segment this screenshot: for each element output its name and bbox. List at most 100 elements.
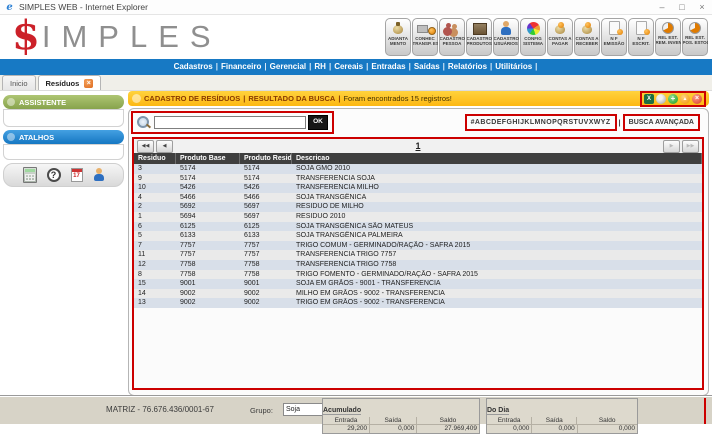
cadastro-produtos-button[interactable]: CADASTROPRODUTOS <box>466 18 492 56</box>
table-row[interactable]: 661256125SOJA TRANSGÊNICA SÃO MATEUS <box>134 222 702 232</box>
last-page-button[interactable]: ▶▶ <box>682 140 699 153</box>
table-row[interactable]: 454665466SOJA TRANSGÊNICA <box>134 193 702 203</box>
page-number[interactable]: 1 <box>174 141 662 151</box>
contas-a-pagar-button[interactable]: CONTAS APAGAR <box>547 18 573 56</box>
table-cell: 5692 <box>176 202 240 212</box>
search-divider: | <box>619 118 621 127</box>
rel-pos-estoque-button[interactable]: REL EST.POS. ESTOQUE <box>682 18 708 56</box>
pie-chart-icon <box>689 22 701 34</box>
result-divider: | <box>243 94 245 103</box>
atalhos-label: ATALHOS <box>19 133 54 142</box>
scroll-top-icon[interactable]: ▲ <box>680 94 690 104</box>
table-row[interactable]: 1390029002TRIGO EM GRÃOS - 9002 - TRANSF… <box>134 298 702 308</box>
maximize-button[interactable]: □ <box>672 1 692 14</box>
menu-item-relatórios[interactable]: Relatórios <box>448 62 487 71</box>
calculator-icon[interactable] <box>23 167 37 183</box>
pie-chart-icon <box>662 22 674 34</box>
annotation-box-toolbar: X + ▲ × <box>640 91 706 107</box>
table-cell: 11 <box>134 250 176 260</box>
result-subtitle: RESULTADO DA BUSCA <box>248 94 335 103</box>
search-row: OK #ABCDEFGHIJKLMNOPQRSTUVXWYZ | BUSCA A… <box>129 109 708 135</box>
stats-value: 0,000 <box>577 425 637 433</box>
ok-button[interactable]: OK <box>308 115 328 130</box>
menu-item-financeiro[interactable]: Financeiro <box>221 62 261 71</box>
sidebar-assistente-header[interactable]: ASSISTENTE <box>3 95 124 109</box>
table-row[interactable]: 1054265426TRANSFERENCIA MILHO <box>134 183 702 193</box>
table-cell: SOJA EM GRÃOS - 9001 - TRANSFERENCIA <box>292 279 702 289</box>
tab-residuos[interactable]: Resíduos × <box>38 75 102 90</box>
table-row[interactable]: 256925697RESIDUO DE MILHO <box>134 202 702 212</box>
user-icon[interactable] <box>93 168 105 182</box>
table-cell: 7758 <box>240 260 292 270</box>
nf-escrituracao-button[interactable]: N FESCRIT. <box>628 18 654 56</box>
menu-separator: | <box>329 62 331 71</box>
adiantamento-button[interactable]: ADIANTAMENTO <box>385 18 411 56</box>
export-excel-icon[interactable]: X <box>644 94 654 104</box>
table-cell: RESIDUO DE MILHO <box>292 202 702 212</box>
help-icon[interactable]: ? <box>47 168 61 182</box>
menu-item-entradas[interactable]: Entradas <box>371 62 405 71</box>
next-page-button[interactable]: ▶ <box>663 140 680 153</box>
table-row[interactable]: 351745174SOJA GMO 2010 <box>134 164 702 174</box>
table-header-cell: Residuo <box>134 153 176 164</box>
sidebar-toolbox: ? 17 <box>3 163 124 187</box>
table-row[interactable]: 561336133SOJA TRANSGÊNICA PALMEIRA <box>134 231 702 241</box>
toolbar-button-label: EMISSÃO <box>602 41 627 46</box>
money-bag-icon <box>578 21 596 35</box>
menu-item-rh[interactable]: RH <box>314 62 326 71</box>
menu-item-saídas[interactable]: Saídas <box>414 62 440 71</box>
tab-residuos-label: Resíduos <box>46 79 80 88</box>
grupo-label: Grupo: <box>250 406 273 415</box>
menu-item-gerencial[interactable]: Gerencial <box>270 62 306 71</box>
search-input[interactable] <box>154 116 306 129</box>
table-row[interactable]: 156945697RESIDUO 2010 <box>134 212 702 222</box>
table-row[interactable]: 1177577757TRANSFERENCIA TRIGO 7757 <box>134 250 702 260</box>
table-row[interactable]: 951745174TRANSFERENCIA SOJA <box>134 174 702 184</box>
prev-page-button[interactable]: ◀ <box>156 140 173 153</box>
table-cell: SOJA GMO 2010 <box>292 164 702 174</box>
table-cell: 5697 <box>240 212 292 222</box>
sidebar-atalhos-header[interactable]: ATALHOS <box>3 130 124 144</box>
results-table-header: ResiduoProduto BaseProduto ResiduoDescri… <box>134 153 702 164</box>
close-button[interactable]: × <box>692 1 712 14</box>
menu-item-cereais[interactable]: Cereais <box>334 62 363 71</box>
menu-item-utilitários[interactable]: Utilitários <box>495 62 532 71</box>
table-cell: 6133 <box>240 231 292 241</box>
stats-title: Acumulado <box>323 407 361 415</box>
table-row[interactable]: 777577757TRIGO COMUM - GERMINADO/RAÇÃO -… <box>134 241 702 251</box>
first-page-button[interactable]: ◀◀ <box>137 140 154 153</box>
table-row[interactable]: 1490029002MILHO EM GRÃOS - 9002 - TRANSF… <box>134 289 702 299</box>
search-icon <box>137 116 150 129</box>
print-icon[interactable] <box>656 94 666 104</box>
conhec-transporte-button[interactable]: CONHECTRANSP. ESCRIT. <box>412 18 438 56</box>
table-row[interactable]: 1590019001SOJA EM GRÃOS - 9001 - TRANSFE… <box>134 279 702 289</box>
result-bar: CADASTRO DE RESÍDUOS | RESULTADO DA BUSC… <box>128 91 709 106</box>
toolbar-button-label: MENTO <box>386 41 411 46</box>
money-bag-icon <box>551 21 569 35</box>
menu-item-cadastros[interactable]: Cadastros <box>174 62 213 71</box>
stats-value: 0,000 <box>531 425 576 433</box>
calendar-icon[interactable]: 17 <box>71 168 83 182</box>
table-cell: 7758 <box>176 260 240 270</box>
tab-bar: Inicio Resíduos × <box>0 75 712 91</box>
alphabet-filter[interactable]: #ABCDEFGHIJKLMNOPQRSTUVXWYZ <box>465 114 617 131</box>
stats-dodia: Do Dia EntradaSaídaSaldo 0,0000,0000,000 <box>486 398 638 434</box>
config-sistema-button[interactable]: CONFIGSISTEMA <box>520 18 546 56</box>
logo-text: IMPLES <box>42 15 222 59</box>
nf-emissao-button[interactable]: N FEMISSÃO <box>601 18 627 56</box>
cadastro-usuarios-button[interactable]: CADASTROUSUÁRIOS <box>493 18 519 56</box>
table-row[interactable]: 877587758TRIGO FOMENTO - GERMINADO/RAÇÃO… <box>134 270 702 280</box>
cadastro-pessoa-button[interactable]: CADASTROPESSOA <box>439 18 465 56</box>
advanced-search-link[interactable]: BUSCA AVANÇADA <box>623 114 700 131</box>
table-row[interactable]: 1277587758TRANSFERENCIA TRIGO 7758 <box>134 260 702 270</box>
toolbar-button-label: PESSOA <box>440 41 465 46</box>
add-icon[interactable]: + <box>668 94 678 104</box>
menu-separator: | <box>264 62 266 71</box>
table-cell: 9002 <box>240 298 292 308</box>
minimize-button[interactable]: – <box>652 1 672 14</box>
tab-close-icon[interactable]: × <box>84 79 93 88</box>
rel-remessa-inventario-button[interactable]: REL EST.REM. INVENTÁRIO <box>655 18 681 56</box>
contas-a-receber-button[interactable]: CONTAS ARECEBER <box>574 18 600 56</box>
close-panel-icon[interactable]: × <box>692 94 702 104</box>
tab-inicio[interactable]: Inicio <box>2 75 36 90</box>
